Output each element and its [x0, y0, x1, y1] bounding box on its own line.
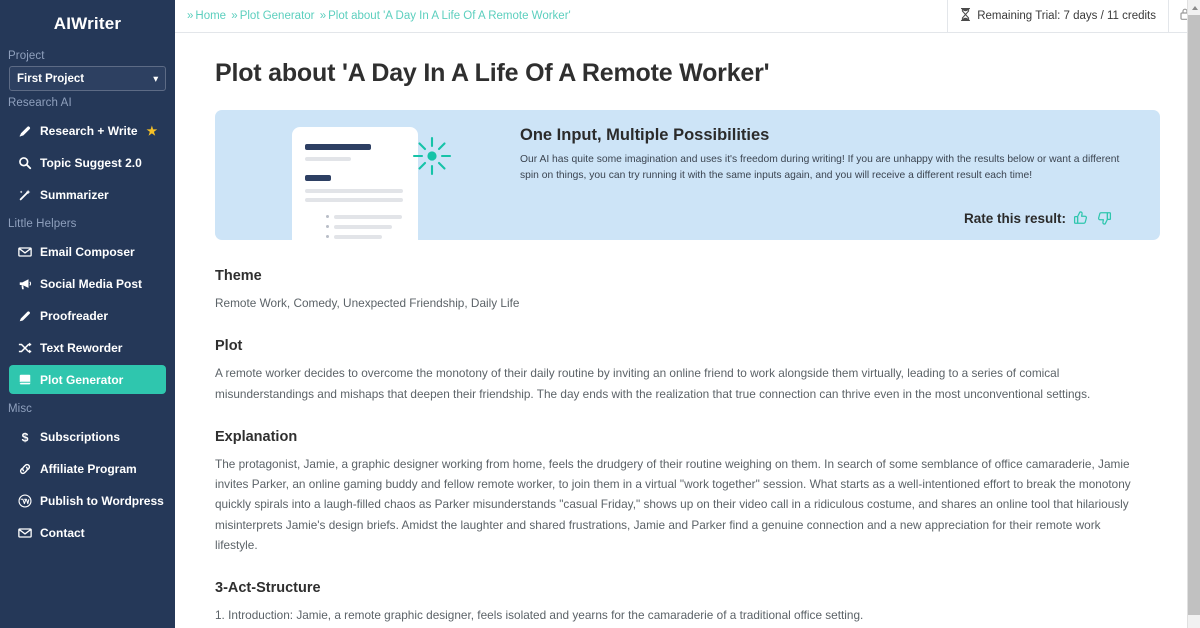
section-body-theme: Remote Work, Comedy, Unexpected Friendsh…	[215, 296, 520, 310]
sidebar-item-label: Publish to Wordpress	[40, 493, 164, 508]
sparkle-icon	[411, 135, 453, 182]
section-body-3-act-structure: 1. Introduction: Jamie, a remote graphic…	[215, 608, 864, 623]
envelope-icon	[17, 245, 32, 259]
document-sparkle-illustration	[215, 110, 500, 240]
sidebar-item-research-write[interactable]: Research + Write ★	[9, 116, 166, 145]
sidebar-item-label: Email Composer	[40, 244, 135, 259]
section-heading-theme: Theme	[215, 268, 262, 284]
sidebar-item-label: Contact	[40, 525, 85, 540]
pen-icon	[17, 124, 32, 138]
magic-wand-icon	[17, 188, 32, 202]
scroll-up-button[interactable]	[1188, 0, 1200, 15]
banner-text: Our AI has quite some imagination and us…	[520, 154, 1120, 181]
result-sections: Theme Remote Work, Comedy, Unexpected Fri…	[215, 268, 1160, 626]
section-heading-3-act-structure: 3-Act-Structure	[215, 580, 321, 597]
content-scroll-area: Plot about 'A Day In A Life Of A Remote …	[175, 33, 1200, 628]
sidebar-item-plot-generator[interactable]: Plot Generator	[9, 365, 166, 394]
breadcrumb-link-1[interactable]: Plot Generator	[240, 10, 315, 22]
project-select-wrapper: First Project ▾	[0, 66, 175, 91]
content-inner: Plot about 'A Day In A Life Of A Remote …	[175, 33, 1200, 628]
section-heading-plot: Plot	[215, 338, 243, 355]
breadcrumb-separator: »	[187, 10, 194, 22]
project-select-value: First Project	[17, 72, 85, 85]
sidebar-item-summarizer[interactable]: Summarizer	[9, 180, 166, 209]
breadcrumb-separator: »	[319, 10, 327, 22]
chevron-up-icon	[1191, 5, 1198, 10]
thumbs-up-icon[interactable]	[1073, 210, 1089, 226]
sidebar-item-affiliate-program[interactable]: Affiliate Program	[9, 454, 166, 483]
thumbs-down-icon[interactable]	[1096, 210, 1112, 226]
breadcrumb: » Home » Plot Generator » Plot about 'A Day…	[185, 10, 571, 22]
sidebar-group-label-project: Project	[8, 50, 45, 62]
chevron-down-icon: ▾	[153, 73, 158, 83]
sidebar-nav: Research AI Research + Write ★ Topic Sugges…	[0, 91, 175, 547]
vertical-scrollbar[interactable]	[1187, 0, 1200, 628]
sidebar: AIWriter Project First Project ▾ Researc…	[0, 0, 175, 628]
sidebar-item-label: Social Media Post	[40, 276, 143, 291]
sidebar-item-label: Summarizer	[40, 187, 109, 202]
sidebar-item-social-media-post[interactable]: Social Media Post	[9, 269, 166, 298]
rate-label: Rate this result:	[963, 210, 1066, 226]
sidebar-item-contact[interactable]: Contact	[9, 518, 166, 547]
banner-body: One Input, Multiple Possibilities Our AI…	[500, 110, 1160, 240]
page-title: Plot about 'A Day In A Life Of A Remote …	[215, 59, 770, 87]
topbar-right: Remaining Trial: 7 days / 11 credits	[947, 0, 1200, 33]
sidebar-item-label: Subscriptions	[40, 429, 121, 444]
svg-text:$: $	[21, 430, 28, 444]
envelope-icon	[17, 526, 32, 540]
section-body-explanation: The protagonist, Jamie, a graphic design…	[215, 456, 1131, 552]
banner-title: One Input, Multiple Possibilities	[520, 126, 770, 144]
megaphone-icon	[17, 277, 32, 291]
breadcrumb-link-0[interactable]: Home	[195, 10, 226, 22]
sidebar-item-label: Affiliate Program	[40, 461, 137, 476]
scrollbar-thumb[interactable]	[1188, 15, 1200, 615]
sidebar-item-publish-to-wordpress[interactable]: Publish to Wordpress	[9, 486, 166, 515]
sidebar-group-label-research-ai: Research AI	[8, 97, 72, 109]
sidebar-item-subscriptions[interactable]: $ Subscriptions	[9, 422, 166, 451]
section-heading-explanation: Explanation	[215, 428, 298, 445]
sidebar-item-email-composer[interactable]: Email Composer	[9, 237, 166, 266]
document-card-graphic	[292, 127, 418, 240]
sidebar-item-text-reworder[interactable]: Text Reworder	[9, 333, 166, 362]
sidebar-item-label: Plot Generator	[40, 372, 124, 387]
wordpress-icon	[17, 493, 32, 508]
project-select[interactable]: First Project ▾	[9, 66, 166, 91]
main-area: » Home » Plot Generator » Plot about 'A Day…	[175, 0, 1200, 628]
breadcrumb-separator: »	[231, 10, 238, 22]
hourglass-icon	[960, 8, 971, 24]
breadcrumb-link-2[interactable]: Plot about 'A Day In A Life Of A Remote …	[328, 10, 571, 22]
link-icon	[17, 462, 32, 476]
sidebar-item-proofreader[interactable]: Proofreader	[9, 301, 166, 330]
sidebar-item-label: Proofreader	[40, 308, 109, 323]
search-icon	[17, 156, 32, 170]
app-root: AIWriter Project First Project ▾ Researc…	[0, 0, 1200, 628]
sidebar-group-label-misc: Misc	[8, 403, 33, 415]
dollar-icon: $	[17, 430, 32, 444]
sidebar-item-topic-suggest-2-0[interactable]: Topic Suggest 2.0	[9, 148, 166, 177]
info-banner: One Input, Multiple Possibilities Our AI…	[215, 110, 1160, 240]
app-brand: AIWriter	[53, 14, 122, 33]
book-icon	[17, 373, 32, 387]
trial-text: Remaining Trial: 7 days / 11 credits	[977, 10, 1156, 22]
sidebar-item-label: Text Reworder	[40, 340, 123, 355]
sidebar-item-label: Research + Write	[40, 123, 138, 138]
shuffle-icon	[17, 341, 32, 355]
section-body-plot: A remote worker decides to overcome the …	[215, 366, 1091, 401]
topbar: » Home » Plot Generator » Plot about 'A Day…	[175, 0, 1200, 33]
favorite-star-icon: ★	[146, 123, 158, 138]
trial-status: Remaining Trial: 7 days / 11 credits	[947, 0, 1168, 33]
rate-row: Rate this result:	[520, 210, 1130, 230]
pencil-icon	[17, 309, 32, 323]
sidebar-group-label-little-helpers: Little Helpers	[8, 218, 77, 230]
sidebar-item-label: Topic Suggest 2.0	[40, 155, 142, 170]
